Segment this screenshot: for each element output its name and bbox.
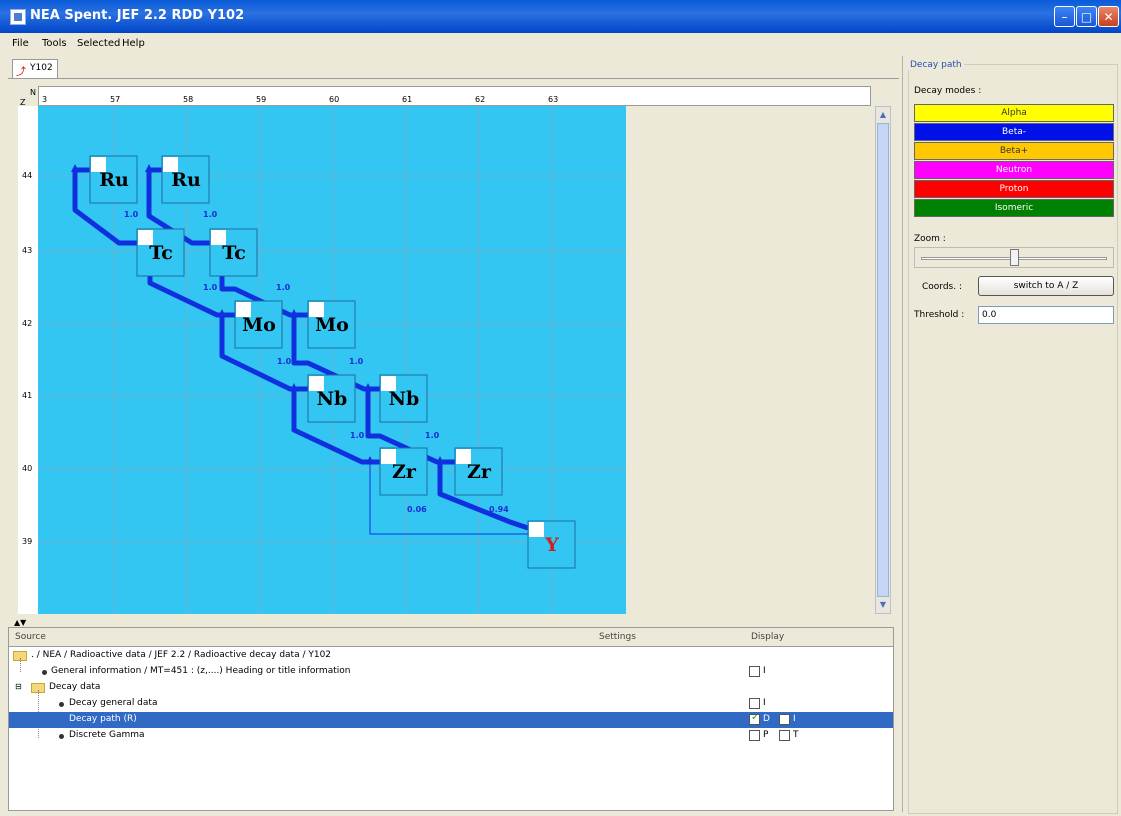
branch-ratio-label: 1.0 — [425, 431, 440, 440]
display-checkbox[interactable] — [749, 730, 760, 741]
display-column-header[interactable]: Display — [751, 632, 784, 642]
display-checkbox[interactable] — [779, 730, 790, 741]
collapse-icon[interactable]: ⊟ — [15, 682, 22, 691]
panel-title: Decay path — [908, 60, 964, 70]
scroll-thumb[interactable] — [877, 123, 889, 597]
display-checkbox[interactable] — [749, 698, 760, 709]
tree-row-label: General information / MT=451 : (z,....) … — [51, 666, 351, 676]
branch-ratio-label: 0.94 — [489, 505, 509, 514]
nuclide-symbol: Mo — [315, 314, 349, 336]
decay-mode-neutron[interactable]: Neutron — [914, 161, 1114, 179]
tree-row-label: Decay path (R) — [69, 714, 137, 724]
coords-label: Coords. : — [922, 282, 962, 292]
display-checkbox[interactable] — [749, 666, 760, 677]
branch-ratio-label: 1.0 — [277, 357, 292, 366]
scroll-down-icon[interactable]: ▼ — [876, 598, 890, 612]
decay-mode-isomeric[interactable]: Isomeric — [914, 199, 1114, 217]
decay-mode-betaminus[interactable]: Beta- — [914, 123, 1114, 141]
checkbox-label: I — [793, 714, 796, 724]
nuclide-symbol: Tc — [149, 242, 173, 264]
branch-ratio-label: 1.0 — [349, 357, 364, 366]
checkbox-label: I — [763, 666, 766, 676]
chart-vertical-scrollbar[interactable]: ▲ ▼ — [875, 106, 891, 614]
branch-ratio-label: 1.0 — [124, 210, 139, 219]
nuclide-symbol: Ru — [171, 169, 201, 191]
tree-row-general-info[interactable]: General information / MT=451 : (z,....) … — [9, 658, 893, 680]
table-header: Source Settings Display — [9, 628, 893, 647]
tree-row-discrete-gamma[interactable]: Discrete Gamma P T — [9, 728, 893, 744]
zoom-slider[interactable] — [914, 247, 1114, 268]
display-checkbox-checked[interactable] — [749, 712, 760, 725]
nuclide-symbol: Nb — [317, 388, 348, 410]
zoom-slider-knob[interactable] — [1010, 249, 1019, 266]
tree-row-label: Decay data — [49, 682, 101, 692]
scroll-up-icon[interactable]: ▲ — [876, 108, 890, 122]
checkbox-label: D — [763, 714, 770, 724]
nuclide-symbol: Zr — [392, 461, 417, 483]
nuclide-symbol: Nb — [389, 388, 420, 410]
display-checkbox[interactable] — [779, 714, 790, 725]
branch-ratio-label: 1.0 — [350, 431, 365, 440]
nuclide-box-corner — [529, 522, 544, 537]
nuclide-symbol: Zr — [467, 461, 492, 483]
leaf-bullet-icon — [59, 702, 64, 707]
source-tree-table: Source Settings Display . / NEA / Radioa… — [8, 627, 894, 811]
checkbox-label: P — [763, 730, 769, 740]
branch-ratio-label: 1.0 — [203, 283, 218, 292]
leaf-bullet-icon — [59, 734, 64, 739]
nuclide-symbol: Ru — [99, 169, 129, 191]
tree-row-label: Discrete Gamma — [69, 730, 145, 740]
tree-row-label: Decay general data — [69, 698, 158, 708]
tree-row-decay-data[interactable]: ⊟ Decay data — [9, 680, 893, 696]
splitter-arrows-icon[interactable]: ▲▼ — [14, 618, 26, 627]
switch-coords-button[interactable]: switch to A / Z — [978, 276, 1114, 296]
decay-mode-proton[interactable]: Proton — [914, 180, 1114, 198]
tree-row-root[interactable]: . / NEA / Radioactive data / JEF 2.2 / R… — [9, 648, 893, 664]
tree-row-decay-general[interactable]: Decay general data I — [9, 690, 893, 738]
nuclide-symbol: Y — [544, 534, 559, 556]
tree-row-label: . / NEA / Radioactive data / JEF 2.2 / R… — [31, 650, 332, 660]
nuclide-symbol: Tc — [222, 242, 246, 264]
threshold-label: Threshold : — [914, 310, 965, 320]
branch-ratio-label: 0.06 — [407, 505, 427, 514]
threshold-input[interactable]: 0.0 — [978, 306, 1114, 324]
checkbox-label: I — [763, 698, 766, 708]
source-column-header[interactable]: Source — [15, 632, 46, 642]
checkbox-label: T — [793, 730, 799, 740]
branch-ratio-label: 1.0 — [203, 210, 218, 219]
leaf-bullet-icon — [42, 670, 47, 675]
zoom-label: Zoom : — [914, 234, 946, 244]
decay-mode-alpha[interactable]: Alpha — [914, 104, 1114, 122]
branch-ratio-label: 1.0 — [276, 283, 291, 292]
settings-column-header[interactable]: Settings — [599, 632, 636, 642]
tree-connector — [20, 658, 21, 672]
tree-row-decay-path[interactable]: Decay path (R) D I — [9, 712, 893, 728]
decay-mode-betaplus[interactable]: Beta+ — [914, 142, 1114, 160]
nuclide-symbol: Mo — [242, 314, 276, 336]
decay-modes-label: Decay modes : — [914, 86, 982, 96]
